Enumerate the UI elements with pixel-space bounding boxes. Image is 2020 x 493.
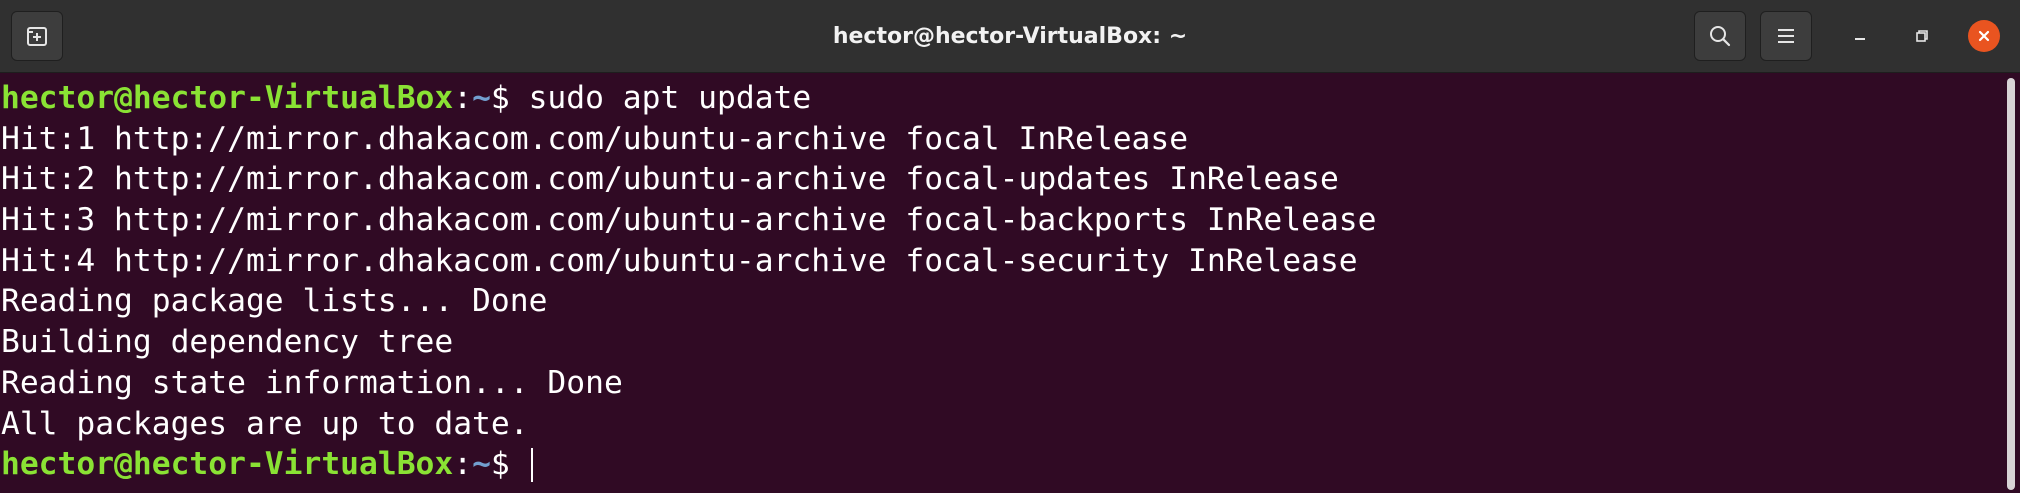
close-icon <box>1978 30 1990 42</box>
minimize-button[interactable] <box>1844 20 1876 52</box>
command-line: hector@hector-VirtualBox:~$ sudo apt upd… <box>1 78 1377 119</box>
output-line: Hit:1 http://mirror.dhakacom.com/ubuntu-… <box>1 120 1189 157</box>
output-line: Hit:3 http://mirror.dhakacom.com/ubuntu-… <box>1 202 1377 239</box>
hamburger-menu-icon <box>1778 29 1794 43</box>
header-bar: hector@hector-VirtualBox: ~ <box>0 0 2020 73</box>
terminal-window: hector@hector-VirtualBox: ~ hector@hecto… <box>0 0 2020 493</box>
minimize-icon <box>1855 38 1865 40</box>
prompt-colon: : <box>453 80 473 116</box>
prompt-path: ~ <box>472 80 491 116</box>
scrollbar-thumb[interactable] <box>2007 78 2015 490</box>
output-line: Reading package lists... Done <box>1 283 548 320</box>
output-line: All packages are up to date. <box>1 405 529 442</box>
prompt-user-host: hector@hector-VirtualBox <box>1 80 454 116</box>
search-button[interactable] <box>1694 11 1746 61</box>
new-tab-icon <box>27 27 47 46</box>
prompt-dollar: $ <box>490 80 529 116</box>
command-text: sudo apt update <box>528 80 812 116</box>
prompt-line[interactable]: hector@hector-VirtualBox:~$ <box>1 444 1377 485</box>
maximize-button[interactable] <box>1906 20 1938 52</box>
search-icon <box>1710 26 1731 47</box>
menu-button[interactable] <box>1760 11 1812 61</box>
close-button[interactable] <box>1968 20 2000 52</box>
prompt-path: ~ <box>472 446 491 483</box>
terminal-lines: hector@hector-VirtualBox:~$ sudo apt upd… <box>1 78 1377 485</box>
output-line: Reading state information... Done <box>1 364 623 401</box>
scrollbar[interactable] <box>2004 73 2020 493</box>
prompt-user-host: hector@hector-VirtualBox <box>1 446 454 483</box>
output-line: Hit:2 http://mirror.dhakacom.com/ubuntu-… <box>1 161 1339 198</box>
output-line: Hit:4 http://mirror.dhakacom.com/ubuntu-… <box>1 242 1358 279</box>
restore-icon <box>1916 30 1928 42</box>
prompt-dollar: $ <box>490 446 529 483</box>
terminal-output-area[interactable]: hector@hector-VirtualBox:~$ sudo apt upd… <box>0 73 2020 493</box>
output-line: Building dependency tree <box>1 324 454 361</box>
new-tab-button[interactable] <box>11 11 63 61</box>
prompt-colon: : <box>453 446 473 483</box>
text-cursor <box>530 448 533 483</box>
